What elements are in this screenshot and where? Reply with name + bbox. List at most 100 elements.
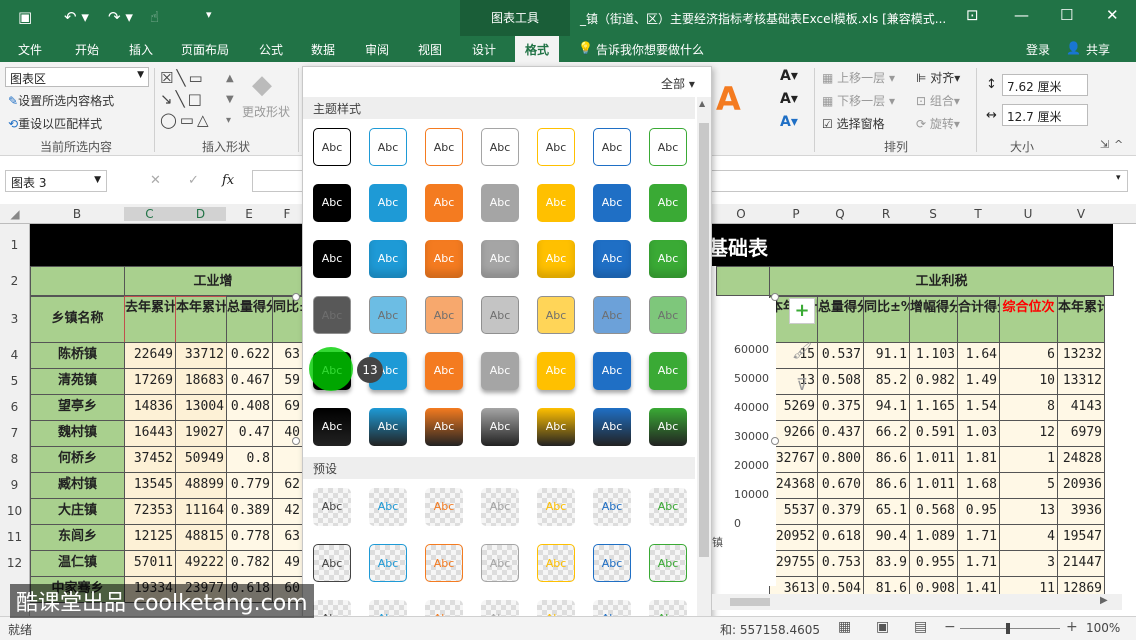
preset-style-swatch[interactable]: Abc [369,488,407,526]
chart-style-swatch[interactable]: Abc [481,408,519,446]
redo-icon[interactable]: ↷ ▾ [108,8,133,26]
shapes-gallery[interactable]: ☒╲▭ ↘╲□ ◯▭△ [160,68,228,132]
chart-style-swatch[interactable]: Abc [537,352,575,390]
chart-style-swatch[interactable]: Abc [649,408,687,446]
data-cell[interactable]: 0.8 [226,446,273,473]
data-cell[interactable]: 1.54 [957,394,1000,421]
preset-style-swatch[interactable]: Abc [649,488,687,526]
data-cell[interactable]: 24828 [1057,446,1105,473]
data-cell[interactable]: 0.408 [226,394,273,421]
data-cell[interactable]: 4143 [1057,394,1105,421]
data-cell[interactable]: 49222 [175,550,227,577]
chart-style-swatch[interactable]: Abc [369,240,407,278]
data-cell[interactable]: 90.4 [863,524,910,551]
chart-style-swatch[interactable]: Abc [481,184,519,222]
chart-style-swatch[interactable]: Abc [313,184,351,222]
send-backward-button[interactable]: ▦ 下移一层 ▾ [822,92,895,109]
data-cell[interactable]: 65.1 [863,498,910,525]
data-cell[interactable]: 13004 [175,394,227,421]
data-cell[interactable]: 24368 [769,472,818,499]
preset-style-swatch[interactable]: Abc [593,488,631,526]
row-header[interactable]: 12 [0,550,30,576]
data-cell[interactable]: 63 [272,524,303,551]
chart-style-swatch[interactable]: Abc [313,128,351,166]
data-cell[interactable]: 3 [999,550,1058,577]
data-cell[interactable]: 0.782 [226,550,273,577]
data-cell[interactable]: 5 [999,472,1058,499]
col-header[interactable]: U [999,207,1057,221]
shape-rect-icon[interactable]: ▭ [188,69,205,87]
chart-style-swatch[interactable]: Abc [649,184,687,222]
tab-file[interactable]: 文件 [18,41,42,58]
data-cell[interactable]: 0.95 [957,498,1000,525]
data-cell[interactable]: 37452 [124,446,176,473]
data-cell[interactable]: 6 [999,342,1058,369]
touch-mode-icon[interactable]: ☝ [150,8,159,26]
preset-style-swatch[interactable]: Abc [313,488,351,526]
customize-qat-icon[interactable]: ▾ [206,8,212,21]
data-cell[interactable]: 69 [272,394,303,421]
tab-home[interactable]: 开始 [75,41,99,58]
data-cell[interactable]: 1 [999,446,1058,473]
data-cell[interactable]: 1.103 [909,342,958,369]
data-cell[interactable]: 0.389 [226,498,273,525]
data-cell[interactable]: 1.011 [909,472,958,499]
gallery-scroll-thumb[interactable] [699,123,709,557]
enter-icon[interactable]: ✓ [188,173,199,188]
group-button[interactable]: ⊡ 组合▾ [916,92,960,109]
chart-element-dropdown[interactable]: 图表区 ▼ [5,67,149,87]
data-cell[interactable]: 22649 [124,342,176,369]
format-selection-button[interactable]: ✎设置所选内容格式 [8,92,114,109]
tab-view[interactable]: 视图 [418,41,442,58]
tab-format[interactable]: 格式 [515,36,560,62]
minimize-icon[interactable]: — [1014,6,1029,24]
page-break-view-icon[interactable]: ▤ [914,619,927,635]
close-icon[interactable]: ✕ [1106,6,1119,24]
data-cell[interactable]: 33712 [175,342,227,369]
data-cell[interactable]: 32767 [769,446,818,473]
data-cell[interactable]: 8 [999,394,1058,421]
data-cell[interactable]: 0.778 [226,524,273,551]
zoom-level[interactable]: 100% [1086,621,1120,635]
data-cell[interactable]: 0.982 [909,368,958,395]
chart-style-swatch[interactable]: Abc [649,240,687,278]
data-cell[interactable]: 72353 [124,498,176,525]
data-cell[interactable]: 13312 [1057,368,1105,395]
data-cell[interactable]: 18683 [175,368,227,395]
preset-style-swatch[interactable]: Abc [537,544,575,582]
data-cell[interactable]: 1.64 [957,342,1000,369]
zoom-in-icon[interactable]: + [1066,619,1078,635]
tab-page-layout[interactable]: 页面布局 [181,41,229,58]
data-cell[interactable]: 1.089 [909,524,958,551]
data-cell[interactable]: 0.537 [817,342,864,369]
chart-resize-handle[interactable] [771,293,779,301]
col-header[interactable]: F [272,207,302,221]
data-cell[interactable]: 42 [272,498,303,525]
data-cell[interactable]: 0.753 [817,550,864,577]
row-header[interactable]: 4 [0,342,30,368]
data-cell[interactable]: 13232 [1057,342,1105,369]
data-cell[interactable]: 5269 [769,394,818,421]
data-cell[interactable]: 13 [999,498,1058,525]
change-shape-button[interactable]: 更改形状 [242,103,290,120]
data-cell[interactable]: 85.2 [863,368,910,395]
data-cell[interactable]: 4 [999,524,1058,551]
preset-style-swatch[interactable]: Abc [593,544,631,582]
data-cell[interactable]: 0.437 [817,420,864,447]
data-cell[interactable]: 86.6 [863,472,910,499]
chart-style-swatch[interactable]: Abc [369,408,407,446]
data-cell[interactable]: 66.2 [863,420,910,447]
town-name-cell[interactable]: 清苑镇 [30,368,125,395]
col-header[interactable]: R [863,207,909,221]
data-cell[interactable]: 16443 [124,420,176,447]
data-cell[interactable]: 1.03 [957,420,1000,447]
insert-function-icon[interactable]: fx [222,173,234,188]
data-cell[interactable]: 17269 [124,368,176,395]
town-name-cell[interactable]: 臧村镇 [30,472,125,499]
chart-style-swatch[interactable]: Abc [369,128,407,166]
chart-styles-brush-icon[interactable]: 🖌 [789,338,815,364]
shape-oval-icon[interactable]: ◯ [160,111,180,129]
data-cell[interactable]: 12125 [124,524,176,551]
height-input[interactable]: 7.62 厘米 [1002,74,1088,96]
data-cell[interactable]: 0.568 [909,498,958,525]
